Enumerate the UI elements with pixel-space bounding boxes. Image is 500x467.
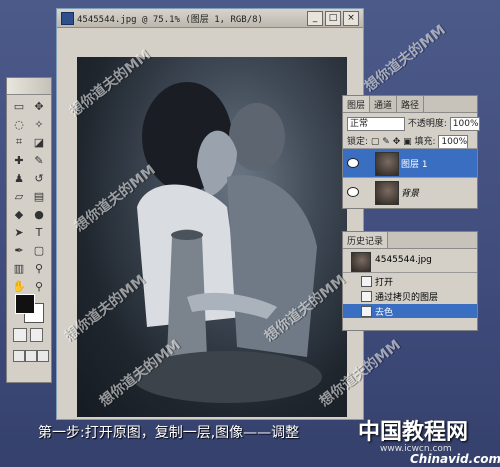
crop-tool-icon[interactable]: ⌗ <box>10 134 28 150</box>
history-item[interactable]: 打开 <box>343 274 477 288</box>
history-snapshot[interactable]: 4545544.jpg <box>343 250 477 273</box>
document-titlebar[interactable]: 4545544.jpg @ 75.1% (图层 1, RGB/8) _ □ × <box>57 9 363 28</box>
brand-sub: Chinavid.com <box>410 452 500 466</box>
layer-name: 图层 1 <box>401 160 428 170</box>
screen-mode-full[interactable] <box>37 350 49 362</box>
history-item-label: 打开 <box>375 278 394 288</box>
dodge-tool-icon[interactable]: ● <box>30 206 48 222</box>
opacity-label: 不透明度: <box>407 119 447 129</box>
close-button[interactable]: × <box>343 11 359 26</box>
history-panel-tabs: 历史记录 <box>343 232 477 249</box>
blend-mode-select[interactable]: 正常 <box>347 116 405 131</box>
photoshop-workspace: 4545544.jpg @ 75.1% (图层 1, RGB/8) _ □ × <box>0 0 500 467</box>
quick-mask-controls <box>13 328 43 342</box>
layer-row[interactable]: 背景 <box>343 177 477 206</box>
tool-grid: ▭ ✥ ◌ ✧ ⌗ ◪ ✚ ✎ ♟ ↺ ▱ ▤ ◆ ● ➤ T ✒ ▢ ▥ ⚲ … <box>10 98 48 294</box>
tab-history[interactable]: 历史记录 <box>343 232 389 248</box>
screen-mode-full-menu[interactable] <box>25 350 37 362</box>
history-step-icon <box>361 276 372 287</box>
lasso-tool-icon[interactable]: ◌ <box>10 116 28 132</box>
opacity-field[interactable]: 100% <box>449 116 480 131</box>
brand-logo-text: 中国教程网 <box>358 420 469 445</box>
lock-icon[interactable]: ▢ ✎ ✥ ▣ <box>371 137 412 147</box>
history-item[interactable]: 通过拷贝的图层 <box>343 289 477 303</box>
eye-icon[interactable] <box>347 158 359 168</box>
path-select-icon[interactable]: ➤ <box>10 224 28 240</box>
layers-panel: 图层 通道 路径 正常 不透明度: 100% 锁定: ▢ ✎ ✥ ▣ 填充: 1… <box>342 95 480 209</box>
screen-mode-controls <box>13 350 49 374</box>
marquee-tool-icon[interactable]: ▭ <box>10 98 28 114</box>
quick-mask-button[interactable] <box>29 328 43 342</box>
toolbox-header[interactable] <box>7 78 51 95</box>
zoom-tool-icon[interactable]: ⚲ <box>30 278 48 294</box>
magic-wand-icon[interactable]: ✧ <box>30 116 48 132</box>
watermark: 想你道夫的MM <box>361 22 449 95</box>
foreground-color-swatch[interactable] <box>15 294 35 314</box>
eraser-tool-icon[interactable]: ▱ <box>10 188 28 204</box>
blur-tool-icon[interactable]: ◆ <box>10 206 28 222</box>
history-brush-icon[interactable]: ↺ <box>30 170 48 186</box>
history-step-icon <box>361 306 372 317</box>
notes-tool-icon[interactable]: ▥ <box>10 260 28 276</box>
toolbox: ▭ ✥ ◌ ✧ ⌗ ◪ ✚ ✎ ♟ ↺ ▱ ▤ ◆ ● ➤ T ✒ ▢ ▥ ⚲ … <box>6 77 52 383</box>
blend-row: 正常 不透明度: 100% <box>347 116 480 131</box>
pen-tool-icon[interactable]: ✒ <box>10 242 28 258</box>
history-item-label: 去色 <box>375 308 394 318</box>
lock-row: 锁定: ▢ ✎ ✥ ▣ 填充: 100% <box>347 134 469 149</box>
snapshot-thumbnail <box>351 252 371 272</box>
eyedropper-icon[interactable]: ⚲ <box>30 260 48 276</box>
clone-stamp-icon[interactable]: ♟ <box>10 170 28 186</box>
eye-icon[interactable] <box>347 187 359 197</box>
layers-panel-tabs: 图层 通道 路径 <box>343 96 477 113</box>
image-canvas[interactable] <box>77 57 347 417</box>
tab-layers[interactable]: 图层 <box>343 96 371 112</box>
layer-thumbnail <box>375 152 399 176</box>
shape-tool-icon[interactable]: ▢ <box>30 242 48 258</box>
step-caption: 第一步:打开原图，复制一层,图像——调整 <box>38 425 300 441</box>
photo-image <box>132 82 322 403</box>
brush-tool-icon[interactable]: ✎ <box>30 152 48 168</box>
tab-channels[interactable]: 通道 <box>370 96 398 112</box>
gradient-tool-icon[interactable]: ▤ <box>30 188 48 204</box>
layer-thumbnail <box>375 181 399 205</box>
history-item-label: 通过拷贝的图层 <box>375 293 439 303</box>
layer-row[interactable]: 图层 1 <box>343 148 477 177</box>
move-tool-icon[interactable]: ✥ <box>30 98 48 114</box>
layer-name: 背景 <box>401 189 420 199</box>
document-title: 4545544.jpg @ 75.1% (图层 1, RGB/8) <box>77 15 263 25</box>
window-controls: _ □ × <box>307 11 359 26</box>
standard-mode-button[interactable] <box>13 328 27 342</box>
history-panel: 历史记录 4545544.jpg 打开 通过拷贝的图层 去色 <box>342 231 478 331</box>
maximize-button[interactable]: □ <box>325 11 341 26</box>
fill-field[interactable]: 100% <box>438 134 469 149</box>
caption-bar: 第一步:打开原图，复制一层,图像——调整 中国教程网 www.icwcn.com… <box>0 412 500 467</box>
slice-tool-icon[interactable]: ◪ <box>30 134 48 150</box>
fill-label: 填充: <box>414 137 436 147</box>
lock-label: 锁定: <box>347 137 369 147</box>
history-item[interactable]: 去色 <box>343 304 477 318</box>
screen-mode-standard[interactable] <box>13 350 25 362</box>
hand-tool-icon[interactable]: ✋ <box>10 278 28 294</box>
snapshot-name: 4545544.jpg <box>375 255 432 265</box>
minimize-button[interactable]: _ <box>307 11 323 26</box>
healing-brush-icon[interactable]: ✚ <box>10 152 28 168</box>
history-step-icon <box>361 291 372 302</box>
type-tool-icon[interactable]: T <box>30 224 48 240</box>
photoshop-icon <box>61 12 74 25</box>
tab-paths[interactable]: 路径 <box>397 96 425 112</box>
